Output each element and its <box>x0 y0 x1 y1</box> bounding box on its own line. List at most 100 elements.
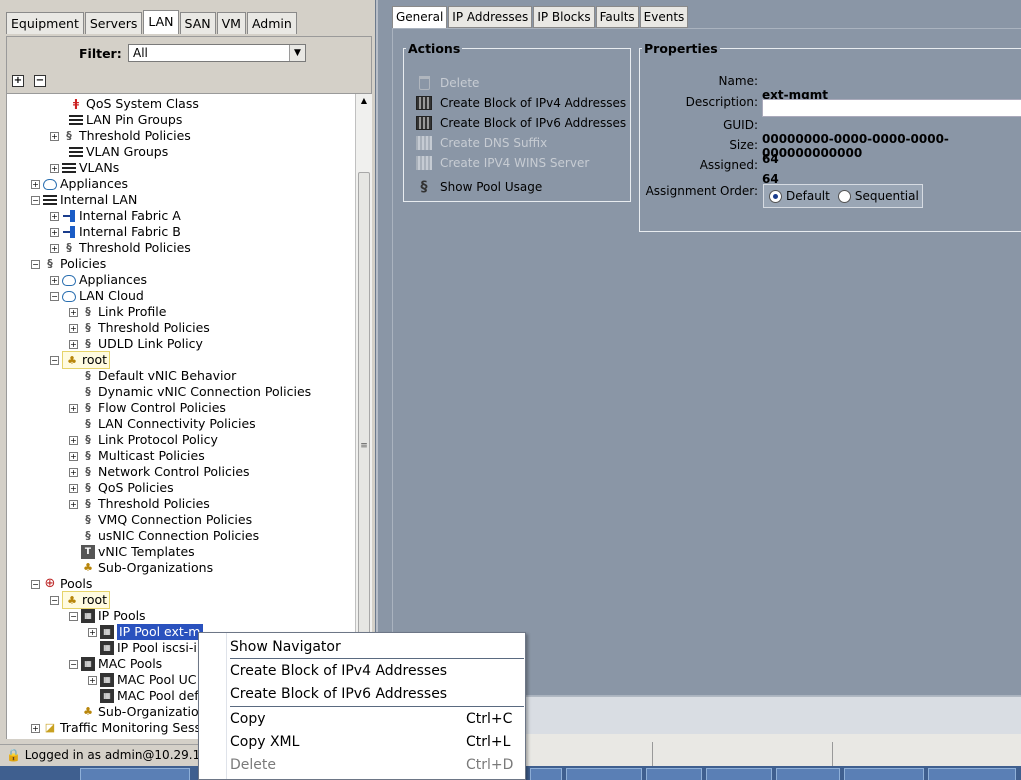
tab-admin[interactable]: Admin <box>246 12 297 34</box>
tab-san[interactable]: SAN <box>179 12 216 34</box>
expand-icon[interactable]: + <box>69 435 78 445</box>
tree-node-internal-fabric-b[interactable]: + Internal Fabric B <box>50 224 181 240</box>
expand-icon[interactable]: + <box>69 323 78 333</box>
radio-default[interactable] <box>769 189 782 203</box>
tree-node-ip-pool-iscsi[interactable]: ▦ IP Pool iscsi-i <box>100 640 197 656</box>
taskbar-button[interactable] <box>646 768 702 780</box>
tree-node-internal-lan[interactable]: − Internal LAN <box>31 192 137 208</box>
chevron-down-icon[interactable]: ▼ <box>289 45 305 61</box>
scroll-up-icon[interactable]: ▲ <box>356 96 372 110</box>
expand-icon[interactable]: + <box>69 467 78 477</box>
tree-node-appliances[interactable]: + Appliances <box>31 176 128 192</box>
collapse-all-icon[interactable]: − <box>34 75 46 87</box>
expand-icon[interactable]: + <box>69 403 78 413</box>
tree-node-traffic-monitoring-sessions[interactable]: + ◪ Traffic Monitoring Sess <box>31 720 201 736</box>
tree-node-link-profile[interactable]: + § Link Profile <box>69 304 166 320</box>
tree-node-threshold-policies[interactable]: + § Threshold Policies <box>50 128 191 144</box>
tree-node-ip-pools[interactable]: − ▦ IP Pools <box>69 608 146 624</box>
collapse-icon[interactable]: − <box>69 611 78 621</box>
tree-node-sub-organizations[interactable]: ♣ Sub-Organizations <box>81 560 213 576</box>
tab-equipment[interactable]: Equipment <box>6 12 84 34</box>
tab-general[interactable]: General <box>392 6 448 28</box>
action-create-dns-suffix[interactable]: Create DNS Suffix <box>416 134 547 152</box>
tree-node-internal-fabric-a[interactable]: + Internal Fabric A <box>50 208 181 224</box>
tree-node-flow-control-policies[interactable]: + § Flow Control Policies <box>69 400 226 416</box>
collapse-icon[interactable]: − <box>50 355 59 365</box>
expand-icon[interactable]: + <box>50 243 59 253</box>
tab-faults[interactable]: Faults <box>595 6 639 28</box>
tree-node-vlans[interactable]: + VLANs <box>50 160 119 176</box>
expand-all-icon[interactable]: + <box>12 75 24 87</box>
tree-node-vmq-connection-policies[interactable]: § VMQ Connection Policies <box>81 512 252 528</box>
menu-item-delete[interactable]: Delete Ctrl+D <box>230 754 524 776</box>
collapse-icon[interactable]: − <box>50 291 59 301</box>
tree-node-network-control-policies[interactable]: + § Network Control Policies <box>69 464 250 480</box>
tab-servers[interactable]: Servers <box>84 12 143 34</box>
menu-item-copy-xml[interactable]: Copy XML Ctrl+L <box>230 731 524 753</box>
expand-icon[interactable]: + <box>50 227 59 237</box>
tree-node-lan-cloud[interactable]: − LAN Cloud <box>50 288 144 304</box>
tree-node-threshold-policies[interactable]: + § Threshold Policies <box>69 320 210 336</box>
tree-node-vnic-templates[interactable]: TvNIC Templates <box>81 544 195 560</box>
expand-icon[interactable]: + <box>31 723 40 733</box>
tree-node-lan-pin-groups[interactable]: LAN Pin Groups <box>57 112 182 128</box>
tab-events[interactable]: Events <box>639 6 689 28</box>
tree-node-threshold-policies[interactable]: + § Threshold Policies <box>50 240 191 256</box>
tree-node-root[interactable]: − ♣ root <box>50 591 111 609</box>
taskbar-button[interactable] <box>776 768 840 780</box>
tree-node-qos-policies[interactable]: + § QoS Policies <box>69 480 174 496</box>
action-delete[interactable]: Delete <box>416 74 479 92</box>
expand-icon[interactable]: + <box>50 211 59 221</box>
description-input[interactable] <box>762 99 1021 117</box>
tree-node-mac-pools[interactable]: − ▦ MAC Pools <box>69 656 162 672</box>
expand-icon[interactable]: + <box>69 307 78 317</box>
tree-node-pools[interactable]: − ⊕ Pools <box>31 576 92 592</box>
collapse-icon[interactable]: − <box>31 195 40 205</box>
tree-node-multicast-policies[interactable]: + § Multicast Policies <box>69 448 205 464</box>
menu-item-show-navigator[interactable]: Show Navigator <box>230 636 524 658</box>
expand-icon[interactable]: + <box>69 499 78 509</box>
collapse-icon[interactable]: − <box>69 659 78 669</box>
tree-node-udld-link-policy[interactable]: + § UDLD Link Policy <box>69 336 203 352</box>
collapse-icon[interactable]: − <box>31 579 40 589</box>
tree-node-root[interactable]: − ♣ root <box>50 351 111 369</box>
expand-icon[interactable]: + <box>50 131 59 141</box>
taskbar-button[interactable] <box>566 768 642 780</box>
action-show-pool-usage[interactable]: § Show Pool Usage <box>416 178 543 196</box>
tab-ip-addresses[interactable]: IP Addresses <box>448 6 533 28</box>
expand-icon[interactable]: + <box>88 675 97 685</box>
tree-node-qos-system-class[interactable]: ǂ QoS System Class <box>57 96 199 112</box>
expand-icon[interactable]: + <box>50 275 59 285</box>
tree-node-ip-pool-ext-mgmt[interactable]: + ▦ IP Pool ext-m <box>88 624 203 640</box>
taskbar-button[interactable] <box>928 768 1016 780</box>
tree-node-appliances[interactable]: + Appliances <box>50 272 147 288</box>
action-create-ipv6-block[interactable]: Create Block of IPv6 Addresses <box>416 114 626 132</box>
taskbar-button[interactable] <box>530 768 562 780</box>
collapse-icon[interactable]: − <box>50 595 59 605</box>
expand-icon[interactable]: + <box>69 483 78 493</box>
tab-lan[interactable]: LAN <box>143 10 179 34</box>
tree-node-default-vnic-behavior[interactable]: § Default vNIC Behavior <box>81 368 236 384</box>
tree-node-lan-connectivity-policies[interactable]: § LAN Connectivity Policies <box>81 416 255 432</box>
radio-sequential[interactable] <box>837 189 851 203</box>
filter-select[interactable]: All ▼ <box>128 44 306 62</box>
tab-ip-blocks[interactable]: IP Blocks <box>533 6 595 28</box>
expand-icon[interactable]: + <box>69 451 78 461</box>
expand-icon[interactable]: + <box>50 163 59 173</box>
expand-icon[interactable]: + <box>31 179 40 189</box>
tree-node-dynamic-vnic-connection-policies[interactable]: § Dynamic vNIC Connection Policies <box>81 384 311 400</box>
menu-item-create-ipv6-block[interactable]: Create Block of IPv6 Addresses <box>230 683 524 705</box>
taskbar-button[interactable] <box>706 768 772 780</box>
action-create-wins-server[interactable]: Create IPV4 WINS Server <box>416 154 589 172</box>
taskbar-button[interactable] <box>844 768 924 780</box>
tree-node-link-protocol-policy[interactable]: + § Link Protocol Policy <box>69 432 218 448</box>
menu-item-create-ipv4-block[interactable]: Create Block of IPv4 Addresses <box>230 660 524 682</box>
tree-node-policies[interactable]: − § Policies <box>31 256 106 272</box>
tree-node-vlan-groups[interactable]: VLAN Groups <box>57 144 168 160</box>
tree-node-usnic-connection-policies[interactable]: § usNIC Connection Policies <box>81 528 259 544</box>
tree-node-sub-organizations[interactable]: ♣ Sub-Organization <box>81 704 207 720</box>
tree-node-mac-pool-uc[interactable]: + ▦ MAC Pool UC <box>88 672 197 688</box>
tab-vm[interactable]: VM <box>216 12 246 34</box>
taskbar-button[interactable] <box>80 768 190 780</box>
collapse-icon[interactable]: − <box>31 259 40 269</box>
